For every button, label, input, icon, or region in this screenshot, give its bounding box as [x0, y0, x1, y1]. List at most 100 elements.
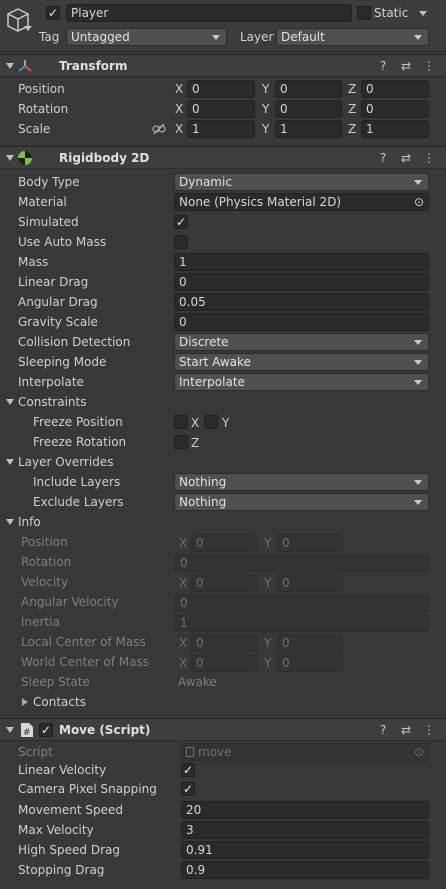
- scale-z-field[interactable]: 1: [361, 120, 429, 138]
- constraints-label[interactable]: Constraints: [18, 392, 86, 412]
- collapse-icon[interactable]: [6, 63, 14, 69]
- layer-overrides-foldout-icon[interactable]: [6, 459, 14, 465]
- include-layers-label: Include Layers: [33, 475, 121, 489]
- rotation-y-field[interactable]: 0: [275, 100, 342, 118]
- simulated-checkbox[interactable]: ✓: [174, 215, 188, 229]
- rotation-z-field[interactable]: 0: [361, 100, 429, 118]
- stopping-drag-field[interactable]: 0.9: [181, 861, 429, 879]
- info-world-com-label: World Center of Mass: [21, 655, 149, 669]
- position-y-field[interactable]: 0: [275, 80, 342, 98]
- mass-field[interactable]: 1: [174, 253, 429, 271]
- component-enabled-checkbox[interactable]: ✓: [39, 723, 53, 737]
- body-type-dropdown[interactable]: Dynamic: [174, 173, 429, 191]
- collision-detection-label: Collision Detection: [18, 335, 131, 349]
- scale-x-field[interactable]: 1: [187, 120, 255, 138]
- sleeping-mode-dropdown[interactable]: Start Awake: [174, 353, 429, 371]
- freeze-position-x-checkbox[interactable]: [174, 415, 188, 429]
- collision-detection-dropdown[interactable]: Discrete: [174, 333, 429, 351]
- menu-icon[interactable]: ⋮: [422, 723, 436, 737]
- max-velocity-label: Max Velocity: [18, 823, 94, 837]
- axis-x: X: [191, 416, 200, 430]
- max-velocity-field[interactable]: 3: [181, 821, 429, 839]
- angular-drag-field[interactable]: 0.05: [174, 293, 429, 311]
- exclude-layers-label: Exclude Layers: [33, 495, 124, 509]
- freeze-position-label: Freeze Position: [33, 415, 123, 429]
- linear-drag-label: Linear Drag: [18, 275, 89, 289]
- exclude-layers-value: Nothing: [179, 495, 227, 509]
- component-title: Transform: [59, 59, 128, 73]
- help-icon[interactable]: ?: [376, 59, 390, 73]
- constraints-foldout-icon[interactable]: [6, 399, 14, 405]
- scale-y-field[interactable]: 1: [275, 120, 342, 138]
- info-world-com-y-field: 0: [277, 654, 343, 672]
- info-rotation-label: Rotation: [21, 555, 72, 569]
- transform-header[interactable]: Transform ? ⇄ ⋮: [0, 54, 446, 77]
- collapse-icon[interactable]: [6, 727, 14, 733]
- layer-value: Default: [281, 30, 325, 44]
- presets-icon[interactable]: ⇄: [399, 151, 413, 165]
- menu-icon[interactable]: ⋮: [422, 151, 436, 165]
- axis-y: Y: [262, 102, 270, 116]
- position-x-field[interactable]: 0: [187, 80, 255, 98]
- axis-x: X: [175, 82, 184, 96]
- info-local-com-label: Local Center of Mass: [21, 635, 146, 649]
- svg-text:#: #: [23, 728, 31, 738]
- axis-y: Y: [262, 122, 270, 136]
- linear-velocity-label: Linear Velocity: [18, 763, 107, 777]
- rigidbody2d-header[interactable]: Rigidbody 2D ? ⇄ ⋮: [0, 146, 446, 169]
- object-picker-icon[interactable]: ⊙: [414, 194, 424, 210]
- scale-label: Scale: [18, 122, 51, 136]
- gravity-scale-label: Gravity Scale: [18, 315, 98, 329]
- material-field[interactable]: None (Physics Material 2D) ⊙: [174, 193, 429, 211]
- icon-dropdown-icon[interactable]: [24, 26, 32, 31]
- camera-pixel-snapping-checkbox[interactable]: ✓: [181, 782, 195, 796]
- include-layers-dropdown[interactable]: Nothing: [174, 473, 429, 491]
- position-label: Position: [18, 82, 65, 96]
- exclude-layers-dropdown[interactable]: Nothing: [174, 493, 429, 511]
- simulated-label: Simulated: [18, 215, 79, 229]
- layer-overrides-label[interactable]: Layer Overrides: [18, 452, 113, 472]
- rotation-label: Rotation: [18, 102, 69, 116]
- active-checkbox[interactable]: ✓: [46, 6, 60, 20]
- move-script-header[interactable]: # ✓ Move (Script) ? ⇄ ⋮: [0, 718, 446, 741]
- body-type-label: Body Type: [18, 175, 80, 189]
- gravity-scale-field[interactable]: 0: [174, 313, 429, 331]
- high-speed-drag-field[interactable]: 0.91: [181, 841, 429, 859]
- info-angular-velocity-field: 0: [175, 594, 429, 612]
- menu-icon[interactable]: ⋮: [422, 59, 436, 73]
- layer-dropdown[interactable]: Default: [276, 28, 429, 46]
- movement-speed-field[interactable]: 20: [181, 801, 429, 819]
- position-z-field[interactable]: 0: [361, 80, 429, 98]
- rotation-x-field[interactable]: 0: [187, 100, 255, 118]
- freeze-position-y-checkbox[interactable]: [204, 415, 218, 429]
- angular-drag-label: Angular Drag: [18, 295, 98, 309]
- interpolate-dropdown[interactable]: Interpolate: [174, 373, 429, 391]
- high-speed-drag-label: High Speed Drag: [18, 843, 120, 857]
- help-icon[interactable]: ?: [376, 723, 390, 737]
- contacts-label[interactable]: Contacts: [33, 692, 86, 712]
- gameobject-header: ✓ Player Static Tag Untagged Layer Defau…: [0, 0, 446, 52]
- constrain-proportions-icon[interactable]: [152, 123, 166, 135]
- contacts-foldout-icon[interactable]: [22, 698, 28, 706]
- script-label: Script: [18, 745, 53, 759]
- linear-velocity-checkbox[interactable]: ✓: [181, 763, 195, 777]
- use-auto-mass-checkbox[interactable]: [174, 235, 188, 249]
- static-dropdown-icon[interactable]: [419, 11, 427, 16]
- info-inertia-field: 1: [175, 614, 429, 632]
- info-label[interactable]: Info: [18, 512, 41, 532]
- presets-icon[interactable]: ⇄: [399, 723, 413, 737]
- freeze-rotation-z-checkbox[interactable]: [174, 435, 188, 449]
- info-foldout-icon[interactable]: [6, 519, 14, 525]
- object-name-field[interactable]: Player: [66, 4, 352, 22]
- tag-value: Untagged: [71, 30, 130, 44]
- presets-icon[interactable]: ⇄: [399, 59, 413, 73]
- info-position-label: Position: [21, 535, 68, 549]
- help-icon[interactable]: ?: [376, 151, 390, 165]
- axis-z: Z: [348, 102, 357, 116]
- static-checkbox[interactable]: [357, 6, 371, 20]
- info-position-x-field: 0: [191, 534, 257, 552]
- tag-dropdown[interactable]: Untagged: [66, 28, 227, 46]
- collapse-icon[interactable]: [6, 155, 14, 161]
- stopping-drag-label: Stopping Drag: [18, 863, 105, 877]
- linear-drag-field[interactable]: 0: [174, 273, 429, 291]
